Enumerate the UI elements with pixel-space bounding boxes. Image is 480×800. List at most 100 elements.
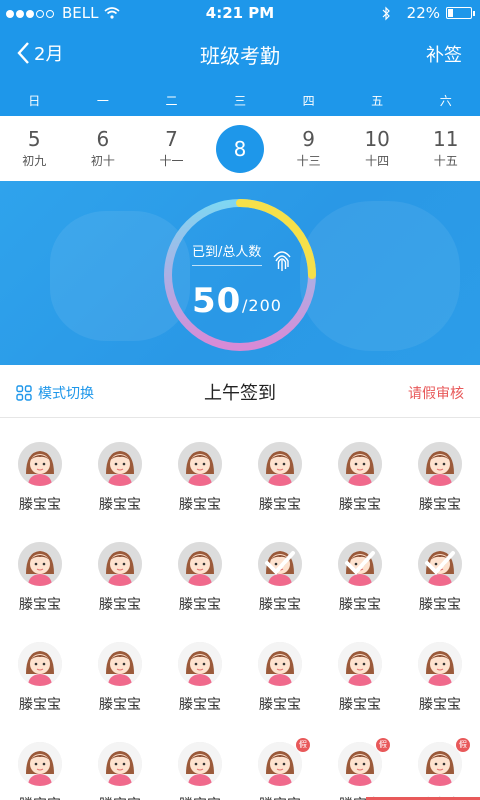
student-cell[interactable]: 滕宝宝 xyxy=(80,418,160,518)
weekday-label: 三 xyxy=(234,94,247,108)
student-cell[interactable]: 滕宝宝 xyxy=(160,518,240,618)
weekday-label: 二 xyxy=(165,94,178,108)
student-avatar xyxy=(338,742,382,786)
student-cell[interactable]: 滕宝宝 xyxy=(320,518,400,618)
leave-badge: 假 xyxy=(456,738,470,752)
date-number: 6 xyxy=(96,127,110,151)
student-avatar xyxy=(178,442,222,486)
student-name: 滕宝宝 xyxy=(259,697,301,713)
weekday-header: 日 一 二 三 四 五 六 xyxy=(0,92,480,116)
date-cell-selected[interactable]: 8 xyxy=(206,116,275,180)
student-cell[interactable]: 滕宝宝 xyxy=(0,618,80,718)
date-cell[interactable]: 6 初十 xyxy=(69,116,138,180)
weekday-label: 五 xyxy=(371,94,384,108)
leave-badge: 假 xyxy=(376,738,390,752)
student-name: 滕宝宝 xyxy=(419,697,461,713)
student-cell[interactable]: 滕宝宝 xyxy=(0,518,80,618)
student-cell[interactable]: 滕宝宝 xyxy=(160,418,240,518)
student-cell[interactable]: 假滕宝宝 xyxy=(240,718,320,800)
weekday-label: 一 xyxy=(96,94,109,108)
student-cell[interactable]: 滕宝宝 xyxy=(160,618,240,718)
student-avatar xyxy=(18,742,62,786)
fingerprint-icon[interactable] xyxy=(270,247,294,273)
student-avatar xyxy=(98,442,142,486)
weekday-label: 六 xyxy=(439,94,452,108)
lunar-date: 十三 xyxy=(296,154,321,168)
battery-percent: 22% xyxy=(406,4,440,22)
total-count: /200 xyxy=(242,296,282,315)
student-avatar xyxy=(18,442,62,486)
student-avatar xyxy=(18,642,62,686)
student-cell[interactable]: 滕宝宝 xyxy=(320,618,400,718)
date-number: 5 xyxy=(27,127,41,151)
date-cell[interactable]: 10 十四 xyxy=(343,116,412,180)
student-name: 滕宝宝 xyxy=(19,497,61,513)
student-grid: 滕宝宝 滕宝宝 滕宝宝 滕宝宝 滕宝宝 滕宝宝 滕宝宝 滕宝宝 滕宝宝 滕宝宝 滕宝宝 滕宝宝 滕宝宝滕… xyxy=(0,418,480,800)
student-name: 滕宝宝 xyxy=(0,794,80,800)
weekday-label: 日 xyxy=(28,94,41,108)
student-avatar xyxy=(178,642,222,686)
attendance-ring xyxy=(164,199,316,351)
divider-line xyxy=(192,265,262,266)
attendance-summary: 已到/总人数 50 /200 xyxy=(0,181,480,365)
student-avatar xyxy=(418,642,462,686)
student-avatar xyxy=(418,742,462,786)
student-avatar xyxy=(178,742,222,786)
student-name: 滕宝宝 xyxy=(259,497,301,513)
checkmark-icon xyxy=(425,551,455,575)
header-region: BELL 4:21 PM 22% 2月 班级考勤 补签 日 一 二 三 四 五 … xyxy=(0,0,480,116)
student-avatar xyxy=(98,742,142,786)
date-cell[interactable]: 11 十五 xyxy=(411,116,480,180)
student-cell[interactable]: 滕宝宝 xyxy=(0,718,80,800)
student-avatar xyxy=(98,542,142,586)
leave-review-button[interactable]: 请假审核 xyxy=(408,383,464,403)
student-name: 滕宝宝 xyxy=(19,697,61,713)
student-name: 滕宝宝 xyxy=(240,794,320,800)
checkmark-icon xyxy=(265,551,295,575)
date-number: 8 xyxy=(233,137,247,161)
student-cell[interactable]: 滕宝宝 xyxy=(80,718,160,800)
student-cell[interactable]: 滕宝宝 xyxy=(400,618,480,718)
student-avatar xyxy=(258,442,302,486)
makeup-signin-button[interactable]: 补签 xyxy=(426,41,462,67)
student-cell[interactable]: 滕宝宝 xyxy=(240,518,320,618)
battery-icon xyxy=(446,7,475,19)
date-cell[interactable]: 7 十一 xyxy=(137,116,206,180)
student-name: 滕宝宝 xyxy=(80,794,160,800)
student-cell[interactable]: 滕宝宝 xyxy=(80,618,160,718)
student-cell[interactable]: 滕宝宝 xyxy=(240,418,320,518)
student-avatar xyxy=(98,642,142,686)
attendance-toolbar: 模式切换 上午签到 请假审核 xyxy=(0,365,480,417)
background-photo xyxy=(300,201,460,351)
student-avatar xyxy=(258,642,302,686)
bluetooth-icon xyxy=(382,6,390,20)
page-title: 班级考勤 xyxy=(200,44,280,68)
student-cell[interactable]: 滕宝宝 xyxy=(80,518,160,618)
student-cell[interactable]: 滕宝宝 xyxy=(400,418,480,518)
student-avatar xyxy=(338,442,382,486)
student-name: 滕宝宝 xyxy=(419,497,461,513)
date-cell[interactable]: 9 十三 xyxy=(274,116,343,180)
student-cell[interactable]: 假滕宝宝 xyxy=(320,718,400,800)
student-cell[interactable]: 假滕宝宝 xyxy=(400,718,480,800)
nav-bar: 2月 班级考勤 补签 xyxy=(0,28,480,82)
student-name: 滕宝宝 xyxy=(99,497,141,513)
student-cell[interactable]: 滕宝宝 xyxy=(240,618,320,718)
date-number: 9 xyxy=(302,127,315,151)
student-avatar xyxy=(18,542,62,586)
student-cell[interactable]: 滕宝宝 xyxy=(400,518,480,618)
student-cell[interactable]: 滕宝宝 xyxy=(0,418,80,518)
weekday-label: 四 xyxy=(302,94,315,108)
status-bar: BELL 4:21 PM 22% xyxy=(0,0,480,28)
date-strip: 5 初九 6 初十 7 十一 8 9 十三 10 十四 11 十五 xyxy=(0,116,480,180)
student-cell[interactable]: 滕宝宝 xyxy=(160,718,240,800)
date-number: 10 xyxy=(364,127,390,151)
lunar-date: 初九 xyxy=(22,154,47,168)
date-cell[interactable]: 5 初九 xyxy=(0,116,69,180)
student-cell[interactable]: 滕宝宝 xyxy=(320,418,400,518)
attendance-label: 已到/总人数 xyxy=(192,245,262,260)
student-name: 滕宝宝 xyxy=(99,597,141,613)
checkmark-icon xyxy=(345,551,375,575)
present-count: 50 xyxy=(192,281,242,321)
leave-badge: 假 xyxy=(296,738,310,752)
